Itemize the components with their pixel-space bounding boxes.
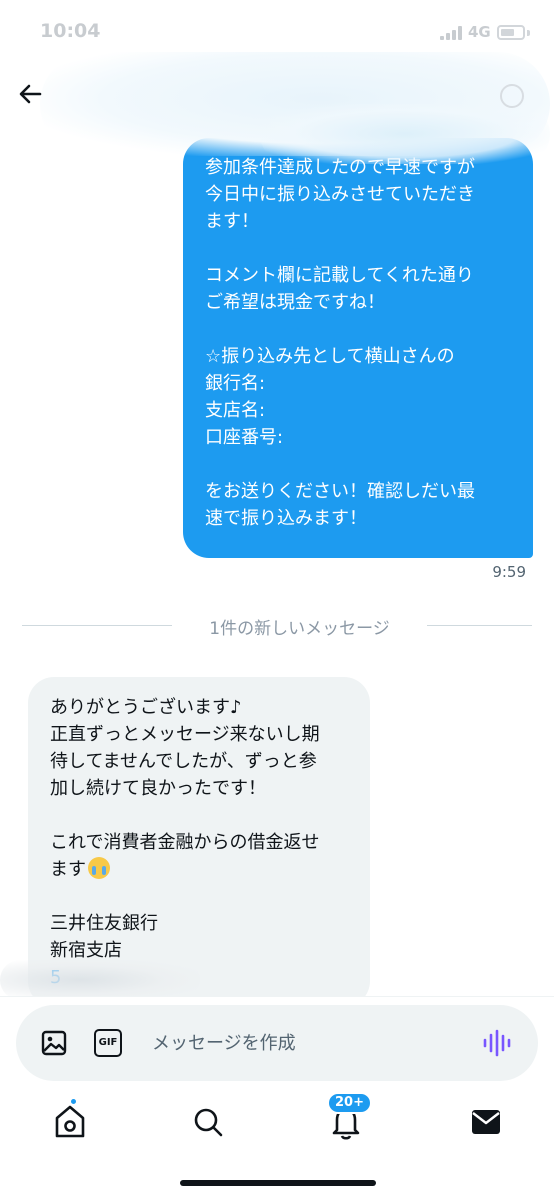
image-button[interactable] (40, 1029, 68, 1057)
redaction-smudge (0, 960, 200, 1000)
voice-message-button[interactable] (482, 1029, 512, 1057)
tab-messages[interactable] (462, 1100, 510, 1144)
message-line: をお送りください！確認しだい最 (205, 481, 475, 502)
loudly-crying-face-icon (88, 857, 110, 879)
message-input[interactable] (152, 1025, 452, 1061)
home-unread-dot (69, 1097, 78, 1106)
search-icon (194, 1108, 223, 1137)
image-icon (41, 1030, 67, 1056)
message-line: 正直ずっとメッセージ来ないし期 (50, 724, 320, 745)
back-button[interactable] (14, 78, 46, 110)
message-line: 今日中に振り込みさせていただき (205, 184, 475, 205)
tab-home[interactable] (46, 1097, 94, 1144)
message-line: 銀行名: (205, 373, 266, 394)
notifications-badge: 20+ (327, 1092, 372, 1114)
conversation-header (0, 52, 554, 164)
message-text: ます (50, 859, 86, 880)
message-line: ありがとうございます♪ (50, 697, 242, 718)
tab-notifications[interactable]: 20+ (322, 1092, 372, 1144)
message-line: ます！ (205, 211, 259, 232)
new-messages-divider: 1件の新しいメッセージ (22, 613, 532, 639)
arrow-left-icon (19, 84, 42, 104)
bank-name-line: 三井住友銀行 (50, 913, 158, 934)
message-line: ご希望は現金ですね！ (205, 292, 385, 313)
tab-search[interactable] (184, 1100, 232, 1144)
divider-label: 1件の新しいメッセージ (209, 619, 390, 639)
message-line: これで消費者金融からの借金返せ (50, 832, 320, 853)
redaction-blur (260, 104, 550, 164)
message-line: 支店名: (205, 400, 266, 421)
message-line: コメント欄に記載してくれた通り (205, 265, 474, 286)
message-line: ☆振り込み先として横山さんの (205, 346, 455, 367)
message-line: 口座番号: (205, 427, 284, 448)
info-icon[interactable] (500, 84, 524, 108)
message-line: 加し続けて良かったです！ (50, 778, 266, 799)
incoming-message-bubble[interactable]: ありがとうございます♪ 正直ずっとメッセージ来ないし期 待してませんでしたが、ず… (28, 677, 370, 1007)
gif-button[interactable]: GIF (94, 1029, 122, 1057)
message-line: 速で振り込みます！ (205, 508, 367, 529)
composer-bar: GIF (0, 996, 554, 1088)
message-line: 待してませんでしたが、ずっと参 (50, 751, 317, 772)
message-composer: GIF (16, 1005, 538, 1081)
home-icon (55, 1105, 85, 1138)
message-line-with-emoji: ます (50, 856, 350, 883)
voice-wave-icon (483, 1029, 511, 1057)
envelope-icon (472, 1110, 500, 1134)
outgoing-message-bubble[interactable]: 参加条件達成したので早速ですが 今日中に振り込みさせていただき ます！ コメント… (183, 138, 533, 558)
message-timestamp: 9:59 (492, 563, 526, 581)
home-indicator (180, 1180, 376, 1186)
